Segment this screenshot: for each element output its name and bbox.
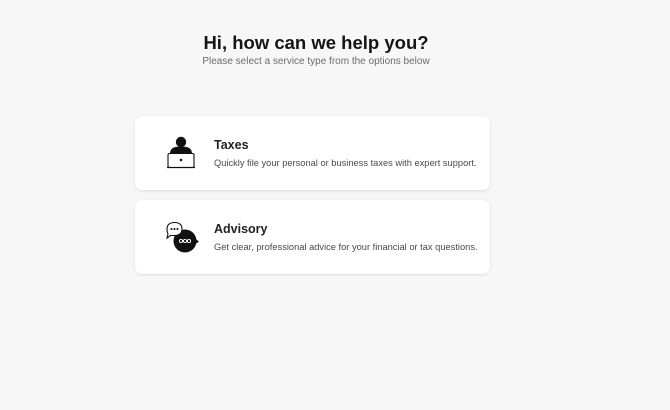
page-title: Hi, how can we help you? bbox=[203, 32, 429, 53]
service-title: Advisory bbox=[214, 222, 268, 236]
service-title: Taxes bbox=[214, 138, 249, 152]
service-card-taxes[interactable]: Taxes Quickly file your personal or busi… bbox=[135, 116, 490, 190]
service-card-advisory[interactable]: Advisory Get clear, professional advice … bbox=[135, 200, 490, 274]
person-at-laptop-icon bbox=[164, 135, 200, 171]
service-selection-page: Hi, how can we help you? Please select a… bbox=[0, 0, 670, 410]
page-subtitle: Please select a service type from the op… bbox=[202, 56, 430, 67]
chat-bubbles-icon bbox=[164, 219, 200, 255]
service-description: Get clear, professional advice for your … bbox=[214, 242, 478, 252]
service-description: Quickly file your personal or business t… bbox=[214, 158, 477, 168]
